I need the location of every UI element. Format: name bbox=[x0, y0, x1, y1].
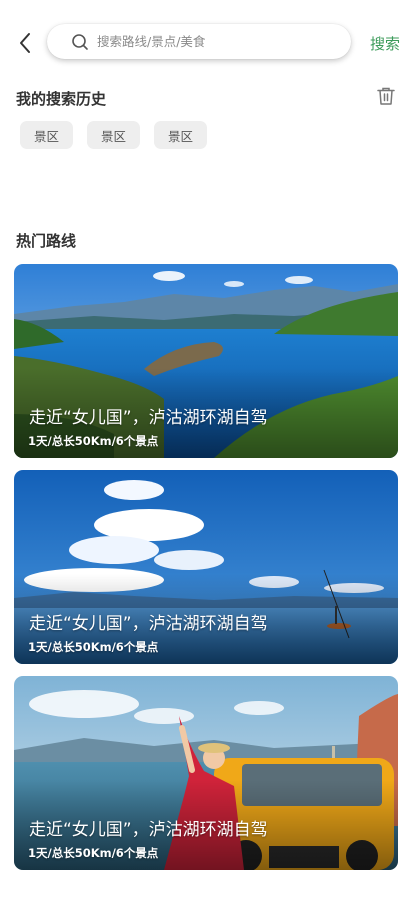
history-tag[interactable]: 景区 bbox=[20, 121, 73, 149]
routes-title: 热门路线 bbox=[16, 232, 77, 250]
route-title: 走近“女儿国”，泸沽湖环湖自驾 bbox=[29, 408, 268, 428]
history-tag[interactable]: 景区 bbox=[154, 121, 207, 149]
route-card[interactable]: 走近“女儿国”，泸沽湖环湖自驾 1天/总长50Km/6个景点 bbox=[14, 264, 398, 458]
search-icon bbox=[71, 33, 89, 51]
trash-icon bbox=[377, 87, 395, 105]
chevron-left-icon bbox=[20, 33, 30, 53]
route-meta: 1天/总长50Km/6个景点 bbox=[28, 640, 159, 654]
history-tag[interactable]: 景区 bbox=[87, 121, 140, 149]
clear-history-button[interactable] bbox=[375, 85, 397, 107]
route-title: 走近“女儿国”，泸沽湖环湖自驾 bbox=[29, 820, 268, 840]
search-input[interactable] bbox=[97, 34, 327, 49]
route-meta: 1天/总长50Km/6个景点 bbox=[28, 846, 159, 860]
route-card[interactable]: 走近“女儿国”，泸沽湖环湖自驾 1天/总长50Km/6个景点 bbox=[14, 470, 398, 664]
back-button[interactable] bbox=[12, 28, 38, 58]
search-page: 搜索 我的搜索历史 景区 景区 景区 热门路线 bbox=[0, 0, 414, 900]
history-tags: 景区 景区 景区 bbox=[20, 121, 207, 149]
search-button[interactable]: 搜索 bbox=[370, 33, 400, 54]
route-meta: 1天/总长50Km/6个景点 bbox=[28, 434, 159, 448]
history-title: 我的搜索历史 bbox=[16, 90, 107, 108]
route-card[interactable]: 走近“女儿国”，泸沽湖环湖自驾 1天/总长50Km/6个景点 bbox=[14, 676, 398, 870]
search-bar[interactable] bbox=[47, 24, 351, 59]
route-title: 走近“女儿国”，泸沽湖环湖自驾 bbox=[29, 614, 268, 634]
